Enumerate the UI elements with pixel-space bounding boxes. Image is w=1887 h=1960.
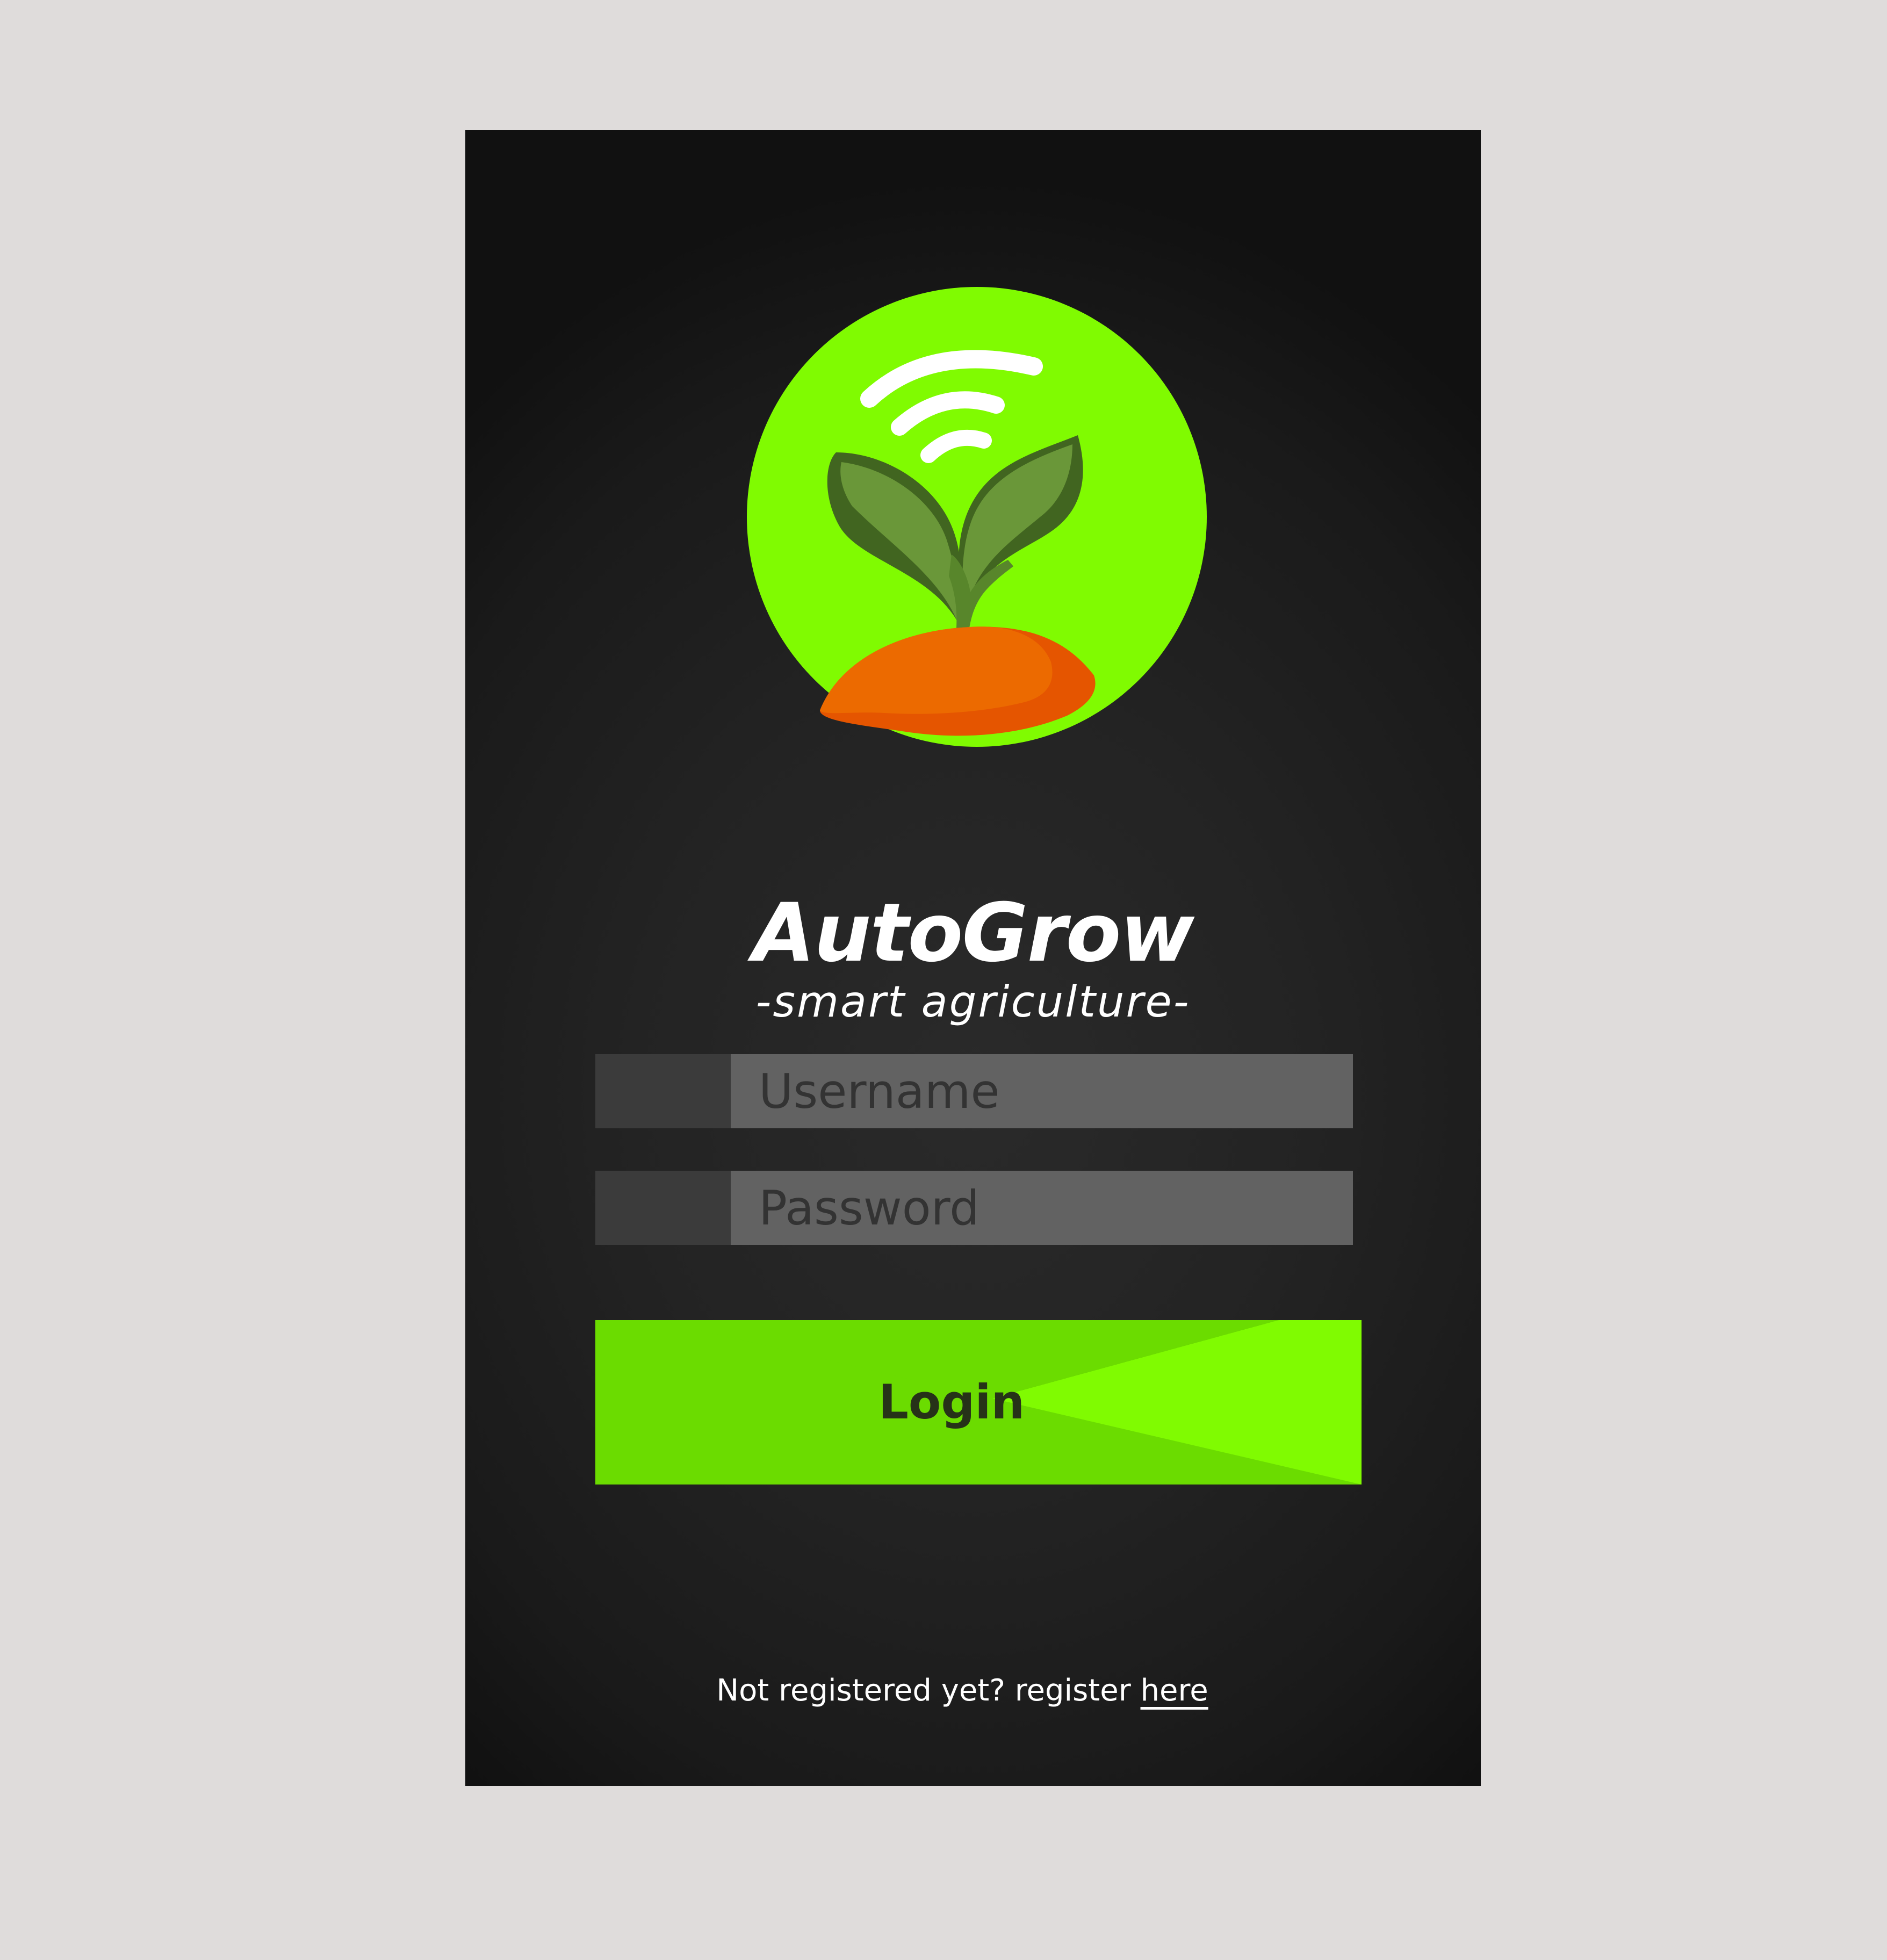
app-logo bbox=[747, 287, 1207, 747]
app-title: AutoGrow bbox=[752, 887, 1194, 980]
username-field[interactable] bbox=[595, 1054, 1353, 1128]
password-field-prefix bbox=[595, 1171, 731, 1245]
register-prompt: Not registered yet? register here bbox=[465, 1667, 1470, 1715]
username-field-prefix bbox=[595, 1054, 731, 1128]
password-field[interactable] bbox=[595, 1171, 1353, 1245]
username-input[interactable] bbox=[731, 1054, 1353, 1128]
login-button[interactable]: Login bbox=[595, 1320, 1362, 1485]
login-screen: AutoGrow -smart agriculture- Login Not r… bbox=[465, 130, 1481, 1786]
register-prompt-text: Not registered yet? register bbox=[716, 1673, 1141, 1708]
login-button-label: Login bbox=[878, 1374, 1025, 1430]
password-input[interactable] bbox=[731, 1171, 1353, 1245]
register-link[interactable]: here bbox=[1141, 1673, 1208, 1708]
app-tagline: -smart agriculture- bbox=[755, 977, 1191, 1027]
